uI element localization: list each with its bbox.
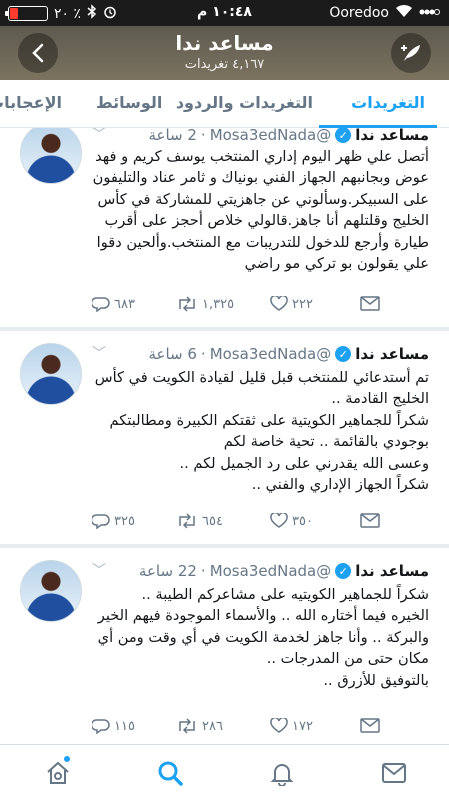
- like-button[interactable]: ٣٥٠: [270, 513, 313, 529]
- retweet-icon: [179, 513, 195, 529]
- verified-badge-icon: ✓: [335, 128, 352, 143]
- retweet-count: ١,٣٢٥: [202, 296, 235, 312]
- search-icon: [158, 761, 183, 786]
- bell-icon: [270, 764, 294, 786]
- verified-badge-icon: ✓: [335, 346, 352, 362]
- retweet-icon: [179, 296, 195, 312]
- avatar[interactable]: [20, 343, 82, 405]
- like-count: ١٧٢: [292, 718, 313, 734]
- signal-icon: [419, 5, 441, 21]
- reply-button[interactable]: ٣٢٥: [92, 513, 135, 529]
- tab-tweets[interactable]: التغريدات: [351, 93, 425, 112]
- bottom-tab-bar: [0, 744, 449, 800]
- tweet-timestamp: 2 ساعة: [148, 128, 197, 144]
- heart-icon: [270, 296, 288, 311]
- reply-button[interactable]: ٦٨٣: [92, 296, 135, 312]
- reply-count: ٦٨٣: [114, 296, 135, 312]
- tweet-count: ٤,١٦٧ تغريدات: [184, 57, 265, 72]
- tweet-actions: ١١٥ ٢٨٦ ١٧٢: [92, 718, 429, 738]
- heart-icon: [270, 513, 288, 528]
- retweet-button[interactable]: ١,٣٢٥: [176, 296, 234, 312]
- retweet-count: ٢٨٦: [202, 718, 223, 734]
- tab-likes[interactable]: الإعجابات: [0, 93, 62, 112]
- profile-tabs: التغريدات التغريدات والردود الوسائط الإع…: [0, 80, 449, 128]
- like-count: ٢٢٢: [292, 296, 313, 312]
- reply-count: ٣٢٥: [114, 513, 135, 529]
- notifications-tab-button[interactable]: [268, 759, 296, 787]
- tweet-item[interactable]: مساعد ندا ✓ @Mosa3edNada · 22 ساعة ﹀ شكر…: [0, 548, 449, 744]
- chevron-down-icon[interactable]: ﹀: [92, 343, 106, 363]
- tweet-text: تم أستدعائي للمنتخب قبل قليل لقيادة الكو…: [94, 369, 429, 494]
- avatar[interactable]: [20, 560, 82, 622]
- tweet-text: أتصل علي ظهر اليوم إداري المنتخب يوسف كر…: [92, 148, 429, 273]
- carrier-name: Ooredoo: [329, 5, 389, 21]
- status-right: Ooredoo: [329, 4, 441, 22]
- new-content-dot: [64, 756, 70, 762]
- retweet-button[interactable]: ٢٨٦: [176, 718, 223, 734]
- envelope-icon: [360, 513, 380, 528]
- home-icon: [47, 761, 69, 784]
- tweet-header: مساعد ندا ✓ @Mosa3edNada · 22 ساعة ﹀: [92, 560, 429, 580]
- tweet-actions: ٦٨٣ ١,٣٢٥ ٢٢٢: [92, 296, 429, 316]
- heart-icon: [270, 718, 288, 733]
- tweet-timestamp: 6 ساعة: [148, 345, 197, 363]
- verified-badge-icon: ✓: [335, 563, 352, 579]
- avatar[interactable]: [20, 128, 82, 184]
- wifi-icon: [395, 4, 413, 22]
- direct-message-button[interactable]: [360, 296, 380, 311]
- tab-tweets-and-replies[interactable]: التغريدات والردود: [176, 93, 313, 112]
- retweet-count: ٦٥٤: [202, 513, 223, 529]
- reply-button[interactable]: ١١٥: [92, 718, 135, 734]
- like-button[interactable]: ٢٢٢: [270, 296, 313, 312]
- envelope-icon: [382, 763, 406, 783]
- reply-icon: [92, 719, 110, 734]
- status-bar: ٢٠ ٪ ١٠:٤٨ م Ooredoo: [0, 0, 449, 26]
- tab-media[interactable]: الوسائط: [96, 93, 162, 112]
- tweet-author-handle[interactable]: @Mosa3edNada: [210, 345, 332, 363]
- direct-message-button[interactable]: [360, 513, 380, 528]
- messages-tab-button[interactable]: [380, 759, 408, 787]
- tweet-item[interactable]: مساعد ندا ✓ @Mosa3edNada · 2 ساعة ﹀ أتصل…: [0, 128, 449, 327]
- reply-icon: [92, 297, 110, 312]
- profile-name: مساعد ندا: [175, 31, 274, 55]
- tweet-timestamp: 22 ساعة: [138, 562, 197, 580]
- search-tab-button[interactable]: [156, 759, 184, 787]
- tweet-header: مساعد ندا ✓ @Mosa3edNada · 6 ساعة ﹀: [92, 343, 429, 363]
- tweet-author-name[interactable]: مساعد ندا: [355, 128, 429, 144]
- compose-tweet-button[interactable]: [391, 33, 431, 73]
- retweet-button[interactable]: ٦٥٤: [176, 513, 223, 529]
- tweet-actions: ٣٢٥ ٦٥٤ ٣٥٠: [92, 513, 429, 533]
- envelope-icon: [360, 718, 380, 733]
- tweet-author-handle[interactable]: @Mosa3edNada: [210, 128, 332, 144]
- reply-count: ١١٥: [114, 718, 135, 734]
- home-tab-button[interactable]: [44, 756, 72, 787]
- tweet-author-name[interactable]: مساعد ندا: [355, 345, 429, 363]
- envelope-icon: [360, 296, 380, 311]
- retweet-icon: [179, 718, 195, 734]
- chevron-down-icon[interactable]: ﹀: [92, 128, 106, 144]
- tweet-header: مساعد ندا ✓ @Mosa3edNada · 2 ساعة ﹀: [92, 128, 429, 146]
- direct-message-button[interactable]: [360, 718, 380, 733]
- compose-feather-icon: [401, 45, 420, 61]
- tweet-text: شكراً للجماهير الكويتيه على مشاعركم الطي…: [97, 586, 429, 689]
- reply-icon: [92, 514, 110, 529]
- like-count: ٣٥٠: [292, 513, 313, 529]
- tweet-feed[interactable]: مساعد ندا ✓ @Mosa3edNada · 2 ساعة ﹀ أتصل…: [0, 128, 449, 744]
- chevron-down-icon[interactable]: ﹀: [92, 560, 106, 580]
- like-button[interactable]: ١٧٢: [270, 718, 313, 734]
- profile-header: مساعد ندا ٤,١٦٧ تغريدات: [0, 26, 449, 80]
- tweet-author-handle[interactable]: @Mosa3edNada: [210, 562, 332, 580]
- tweet-author-name[interactable]: مساعد ندا: [355, 562, 429, 580]
- tweet-item[interactable]: مساعد ندا ✓ @Mosa3edNada · 6 ساعة ﹀ تم أ…: [0, 331, 449, 544]
